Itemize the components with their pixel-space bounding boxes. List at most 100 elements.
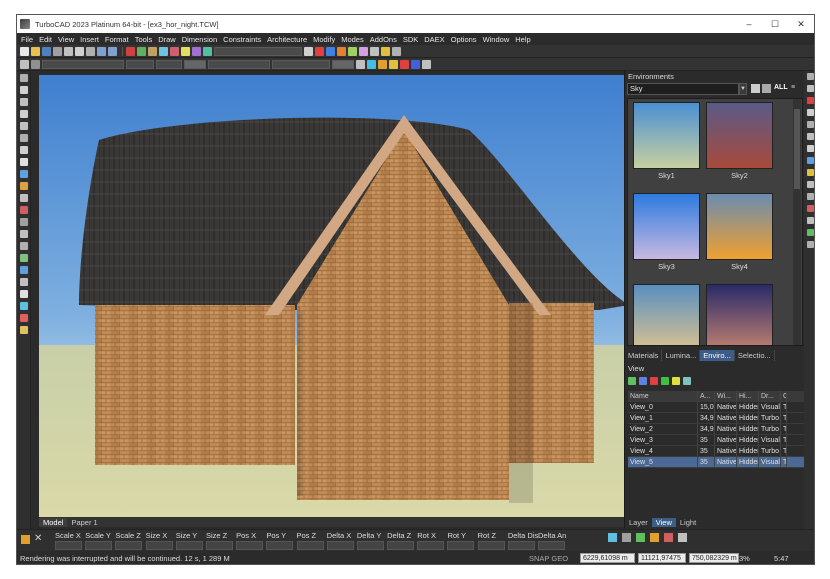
menu-file[interactable]: File [21,35,33,44]
hatch-icon[interactable] [19,182,28,190]
field-size-x[interactable] [145,541,173,550]
properties-icon[interactable] [672,377,680,385]
pen-width-combo[interactable] [156,59,182,69]
sky3-thumbnail[interactable] [633,193,700,260]
pen-style-combo[interactable] [184,59,206,69]
field-scale-x[interactable] [55,541,82,550]
render-icon[interactable] [159,46,168,56]
hidden-line-icon[interactable] [400,59,409,69]
tool-icon[interactable] [806,109,814,116]
sky5-thumbnail[interactable] [633,284,700,345]
col-wi[interactable]: Wi... [715,391,737,401]
menu-addons[interactable]: AddOns [370,35,397,44]
sky4-thumbnail[interactable] [706,193,773,260]
col-dr[interactable]: Dr... [759,391,781,401]
render-mode-icon[interactable] [378,59,387,69]
menu-architecture[interactable]: Architecture [267,35,307,44]
eye-icon[interactable] [422,59,431,69]
collapse-icon[interactable]: ≡ [791,84,795,91]
tool-icon[interactable] [806,229,814,236]
tool-icon[interactable] [806,193,814,200]
window-tool-icon[interactable] [19,326,28,334]
sky2-thumbnail[interactable] [706,102,773,169]
tool-icon[interactable] [806,97,814,104]
section-icon[interactable] [359,46,368,56]
field-rot-x[interactable] [417,541,445,550]
snap-icon[interactable] [636,533,645,542]
menu-view[interactable]: View [58,35,74,44]
sun-icon[interactable] [381,46,390,56]
field-delta-dis[interactable] [507,541,535,550]
sky1-thumbnail[interactable] [633,102,700,169]
field-size-y[interactable] [175,541,203,550]
material-icon[interactable] [192,46,201,56]
cube-icon[interactable] [367,59,376,69]
field-pos-z[interactable] [296,541,324,550]
modify-icon[interactable] [19,206,28,214]
save-icon[interactable] [42,46,51,56]
polyline-icon[interactable] [19,98,28,106]
light-icon[interactable] [181,46,190,56]
snap-icon[interactable] [137,46,146,56]
open-file-icon[interactable] [31,46,40,56]
tool-icon[interactable] [806,181,814,188]
snap-mode-icon[interactable] [608,533,617,542]
arc-icon[interactable] [19,122,28,130]
table-row[interactable]: View_4 35 Native Hidden Turbo Tur [628,446,804,457]
tool-icon[interactable] [806,241,814,248]
symbol-icon[interactable] [19,194,28,202]
wall-icon[interactable] [19,302,28,310]
box-icon[interactable] [19,254,28,262]
render-viewport[interactable] [39,75,627,517]
snap-icon[interactable] [678,533,687,542]
menu-dimension[interactable]: Dimension [182,35,217,44]
menu-draw[interactable]: Draw [158,35,176,44]
menu-modes[interactable]: Modes [341,35,364,44]
paste-icon[interactable] [86,46,95,56]
walk-icon[interactable] [348,46,357,56]
menu-format[interactable]: Format [105,35,129,44]
tab-model[interactable]: Model [39,517,68,527]
door-icon[interactable] [19,314,28,322]
maximize-button[interactable]: ☐ [762,15,788,33]
pan-icon[interactable] [326,46,335,56]
tab-view[interactable]: View [651,517,676,527]
col-a[interactable]: A... [698,391,715,401]
close-button[interactable]: ✕ [788,15,814,33]
col-hi[interactable]: Hi... [737,391,759,401]
table-row[interactable]: View_2 34,9 Native Hidden Turbo Tur [628,424,804,435]
pen-icon[interactable] [31,59,40,69]
field-pos-y[interactable] [266,541,294,550]
pin-icon[interactable] [392,46,401,56]
menu-insert[interactable]: Insert [80,35,99,44]
grid-icon[interactable] [19,242,28,250]
line-icon[interactable] [19,86,28,94]
extrude-icon[interactable] [19,278,28,286]
tool-icon[interactable] [806,205,814,212]
wireframe-icon[interactable] [389,59,398,69]
array-icon[interactable] [19,230,28,238]
dimension-icon[interactable] [19,170,28,178]
menu-tools[interactable]: Tools [135,35,153,44]
print-icon[interactable] [53,46,62,56]
tab-environments[interactable]: Enviro... [700,349,735,361]
layer-combo[interactable] [42,59,124,69]
field-pos-x[interactable] [236,541,264,550]
snap-icon[interactable] [650,533,659,542]
gear-icon[interactable] [20,59,29,69]
table-row[interactable]: View_0 15,00 Native Hidden Visuali Tur [628,402,804,413]
menu-modify[interactable]: Modify [313,35,335,44]
sphere-icon[interactable] [19,266,28,274]
tab-materials[interactable]: Materials [625,349,663,361]
field-delta-x[interactable] [326,541,354,550]
col-c[interactable]: C [781,391,787,401]
refresh-icon[interactable] [683,377,691,385]
tool-icon[interactable] [806,217,814,224]
environment-icon[interactable] [203,46,212,56]
chevron-down-icon[interactable]: ▼ [739,83,747,95]
tab-selection[interactable]: Selectio... [735,349,775,361]
undo-icon[interactable] [97,46,106,56]
table-row-selected[interactable]: View_5 35 Native Hidden Visuali Tur [628,457,804,468]
sky6-thumbnail[interactable] [706,284,773,345]
color-combo[interactable] [126,59,154,69]
